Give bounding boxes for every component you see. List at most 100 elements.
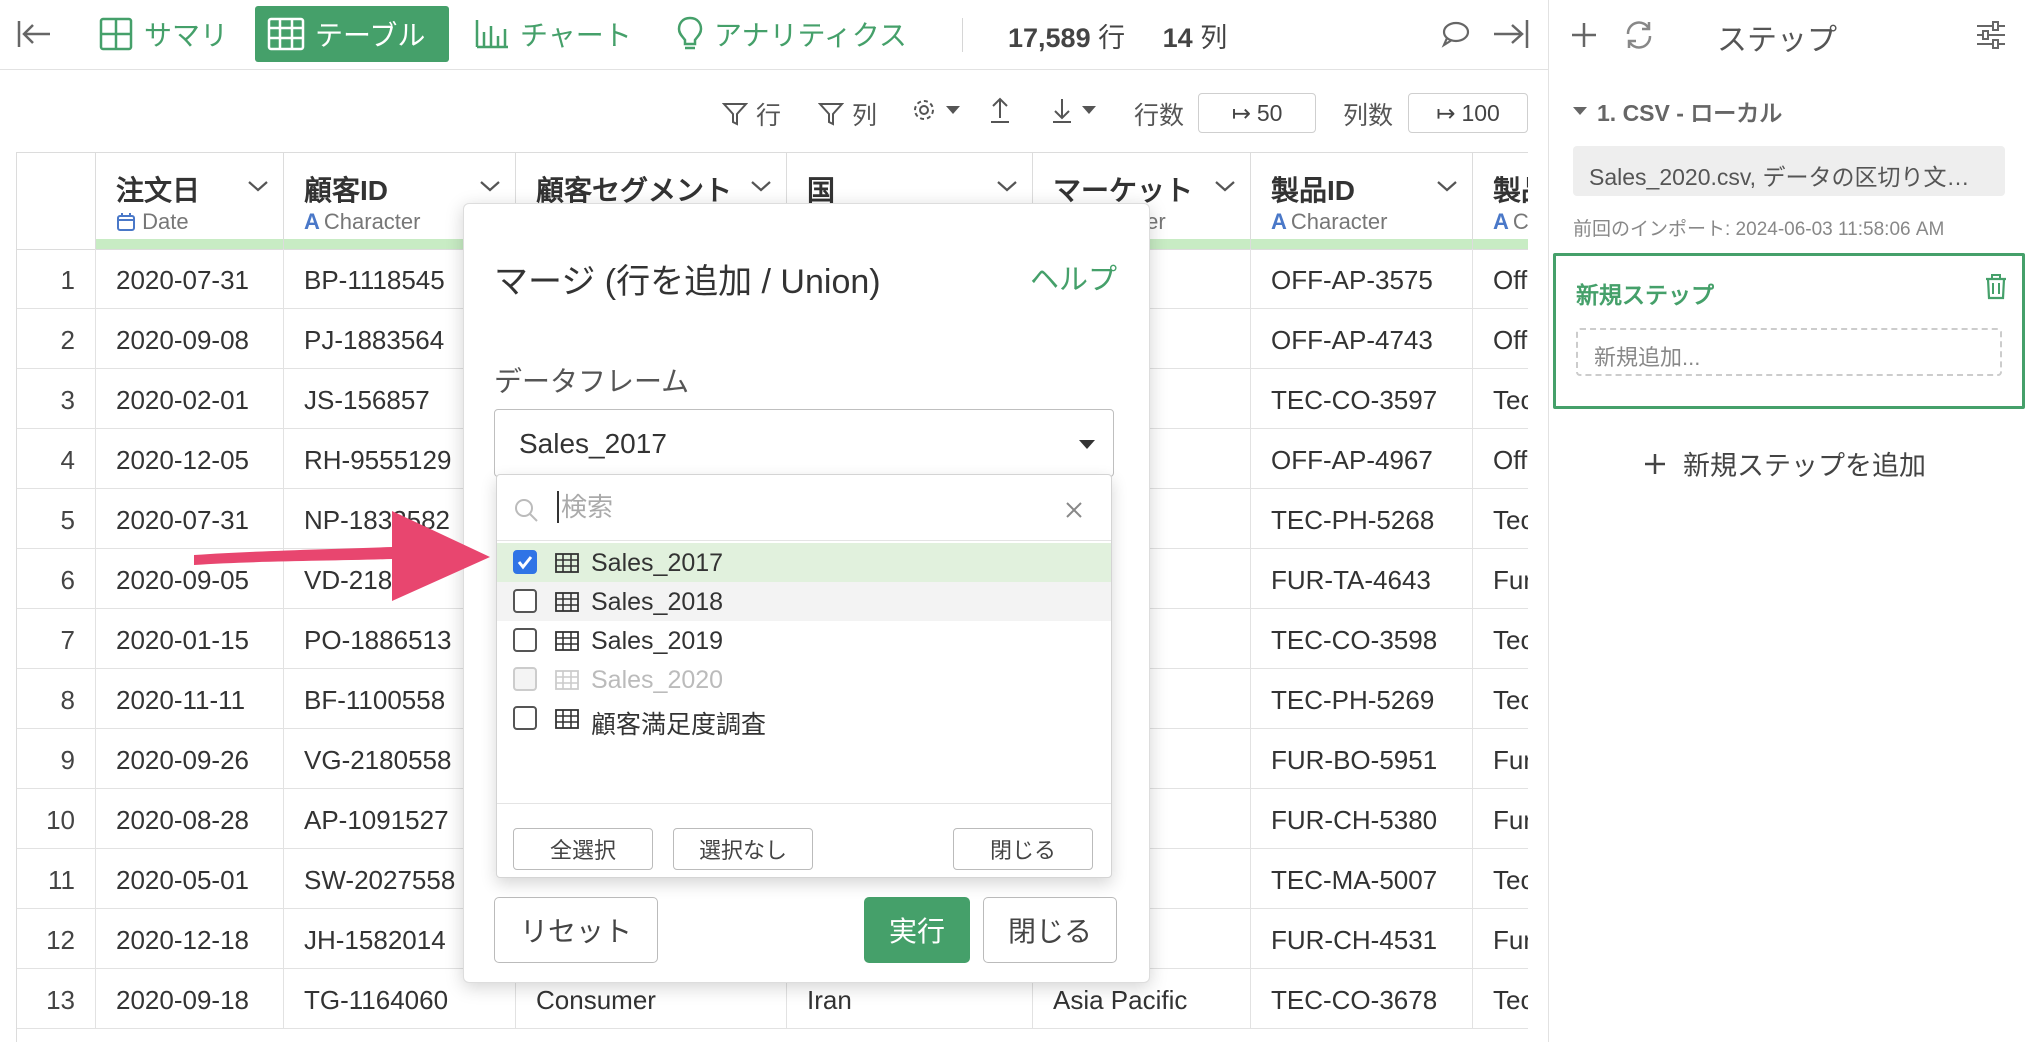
column-quality-bar bbox=[1251, 239, 1472, 249]
column-quality-bar bbox=[1473, 239, 1528, 249]
table-cell: 2020-01-15 bbox=[96, 609, 284, 669]
tab-analytics-label: アナリティクス bbox=[714, 20, 907, 51]
option-label: Sales_2017 bbox=[591, 549, 724, 577]
dropdown-option[interactable]: Sales_2018 bbox=[497, 582, 1111, 621]
row-col-count: 17,589 行 14 列 bbox=[1008, 16, 1227, 55]
search-input[interactable]: 検索 bbox=[557, 491, 613, 523]
dropdown-option[interactable]: Sales_2017 bbox=[497, 543, 1111, 582]
download-arrow-icon bbox=[1053, 99, 1071, 123]
table-cell: OFF-AP-4743 bbox=[1251, 309, 1473, 369]
comment-icon[interactable] bbox=[1440, 20, 1470, 53]
clear-icon[interactable] bbox=[1065, 501, 1083, 519]
table-cell: OFF-AP-4967 bbox=[1251, 429, 1473, 489]
table-cell: Tec bbox=[1473, 969, 1528, 1029]
tab-chart[interactable]: チャート bbox=[462, 6, 644, 62]
row-number: 5 bbox=[17, 489, 96, 549]
column-quality-bar bbox=[96, 239, 283, 249]
sort-asc-button[interactable] bbox=[988, 96, 1012, 124]
step-file-info[interactable]: Sales_2020.csv, データの区切り文字: カンマ bbox=[1573, 146, 2005, 196]
tab-analytics[interactable]: アナリティクス bbox=[664, 6, 919, 62]
settings-button[interactable] bbox=[910, 96, 960, 124]
chevron-down-icon[interactable] bbox=[1214, 179, 1236, 193]
option-label: Sales_2018 bbox=[591, 588, 724, 616]
table-cell: TEC-CO-3598 bbox=[1251, 609, 1473, 669]
calendar-icon bbox=[117, 213, 135, 231]
rows-label: 行数 bbox=[1134, 102, 1185, 130]
sliders-icon[interactable] bbox=[1975, 20, 2007, 55]
chevron-down-icon[interactable] bbox=[996, 179, 1018, 193]
chevron-down-icon[interactable] bbox=[1436, 179, 1458, 193]
summary-grid-icon bbox=[99, 17, 133, 51]
chevron-down-icon[interactable] bbox=[479, 179, 501, 193]
run-button[interactable]: 実行 bbox=[864, 897, 970, 963]
table-cell: FUR-CH-4531 bbox=[1251, 909, 1473, 969]
collapse-right-icon[interactable] bbox=[1492, 18, 1530, 55]
trash-icon[interactable] bbox=[1984, 274, 2008, 305]
select-none-button[interactable]: 選択なし bbox=[673, 828, 813, 870]
upload-arrow-icon bbox=[991, 97, 1009, 123]
add-icon[interactable] bbox=[1569, 20, 1599, 55]
col-unit: 列 bbox=[1200, 23, 1228, 53]
tab-summary[interactable]: サマリ bbox=[86, 6, 240, 62]
dropdown-search[interactable]: 検索 bbox=[497, 475, 1111, 541]
row-count: 17,589 bbox=[1008, 23, 1091, 53]
dataframe-select[interactable]: Sales_2017 bbox=[494, 409, 1114, 477]
plus-icon bbox=[1645, 453, 1665, 474]
refresh-icon[interactable] bbox=[1623, 20, 1655, 55]
close-button[interactable]: 閉じる bbox=[983, 897, 1117, 963]
table-cell: Off bbox=[1473, 309, 1528, 369]
table-cell: Tec bbox=[1473, 849, 1528, 909]
checkbox[interactable] bbox=[513, 706, 537, 730]
column-name: 顧客ID bbox=[304, 175, 389, 206]
checkbox[interactable] bbox=[513, 589, 537, 613]
table-cell: Tec bbox=[1473, 369, 1528, 429]
download-button[interactable] bbox=[1050, 96, 1096, 124]
col-filter-button[interactable]: 列 bbox=[818, 96, 877, 132]
row-number: 11 bbox=[17, 849, 96, 909]
table-cell: 2020-12-18 bbox=[96, 909, 284, 969]
col-filter-label: 列 bbox=[852, 102, 878, 130]
column-header-product-id[interactable]: 製品ID A Character bbox=[1251, 153, 1473, 250]
checkbox[interactable] bbox=[513, 550, 537, 574]
checkbox[interactable] bbox=[513, 628, 537, 652]
step-csv-local[interactable]: 1. CSV - ローカル bbox=[1573, 94, 1782, 128]
reset-button[interactable]: リセット bbox=[494, 897, 658, 963]
new-step-input[interactable]: 新規追加... bbox=[1576, 328, 2002, 376]
help-link[interactable]: ヘルプ bbox=[1030, 256, 1117, 298]
column-type: A Character bbox=[304, 209, 421, 234]
dropdown-option[interactable]: Sales_2019 bbox=[497, 621, 1111, 660]
add-step-button[interactable]: 新規ステップを追加 bbox=[1643, 444, 1926, 483]
table-cell: 2020-05-01 bbox=[96, 849, 284, 909]
add-step-label: 新規ステップを追加 bbox=[1683, 451, 1926, 481]
row-number: 13 bbox=[17, 969, 96, 1029]
option-label: Sales_2020 bbox=[591, 666, 724, 694]
table-cell: 2020-09-26 bbox=[96, 729, 284, 789]
limit-arrow-icon: ↦ bbox=[1436, 99, 1456, 126]
collapse-left-icon[interactable] bbox=[14, 14, 54, 54]
column-header-product[interactable]: 製品 AC bbox=[1473, 153, 1528, 250]
column-header-order-date[interactable]: 注文日 Date bbox=[96, 153, 284, 250]
table-cell: Fur bbox=[1473, 789, 1528, 849]
caret-down-icon bbox=[1079, 440, 1095, 449]
rows-limit-input[interactable]: ↦ 50 bbox=[1198, 93, 1316, 133]
column-name: 製品 bbox=[1493, 175, 1528, 206]
table-icon bbox=[555, 631, 579, 651]
select-all-button[interactable]: 全選択 bbox=[513, 828, 653, 870]
row-number: 10 bbox=[17, 789, 96, 849]
cols-limit-input[interactable]: ↦ 100 bbox=[1408, 93, 1528, 133]
tab-table[interactable]: テーブル bbox=[255, 6, 449, 62]
dropdown-close-button[interactable]: 閉じる bbox=[953, 828, 1093, 870]
chevron-down-icon[interactable] bbox=[247, 179, 269, 193]
row-filter-button[interactable]: 行 bbox=[722, 96, 781, 132]
tab-table-label: テーブル bbox=[315, 20, 426, 51]
col-count: 14 bbox=[1162, 23, 1193, 53]
character-type-icon: A bbox=[1271, 209, 1287, 234]
table-cell: 2020-08-28 bbox=[96, 789, 284, 849]
new-step-title: 新規ステップ bbox=[1576, 282, 1714, 308]
dataframe-label: データフレーム bbox=[494, 366, 690, 397]
chevron-down-icon[interactable] bbox=[750, 179, 772, 193]
table-cell: FUR-TA-4643 bbox=[1251, 549, 1473, 609]
table-cell: 2020-09-08 bbox=[96, 309, 284, 369]
row-unit: 行 bbox=[1098, 23, 1126, 53]
dropdown-option[interactable]: 顧客満足度調査 bbox=[497, 699, 1111, 739]
